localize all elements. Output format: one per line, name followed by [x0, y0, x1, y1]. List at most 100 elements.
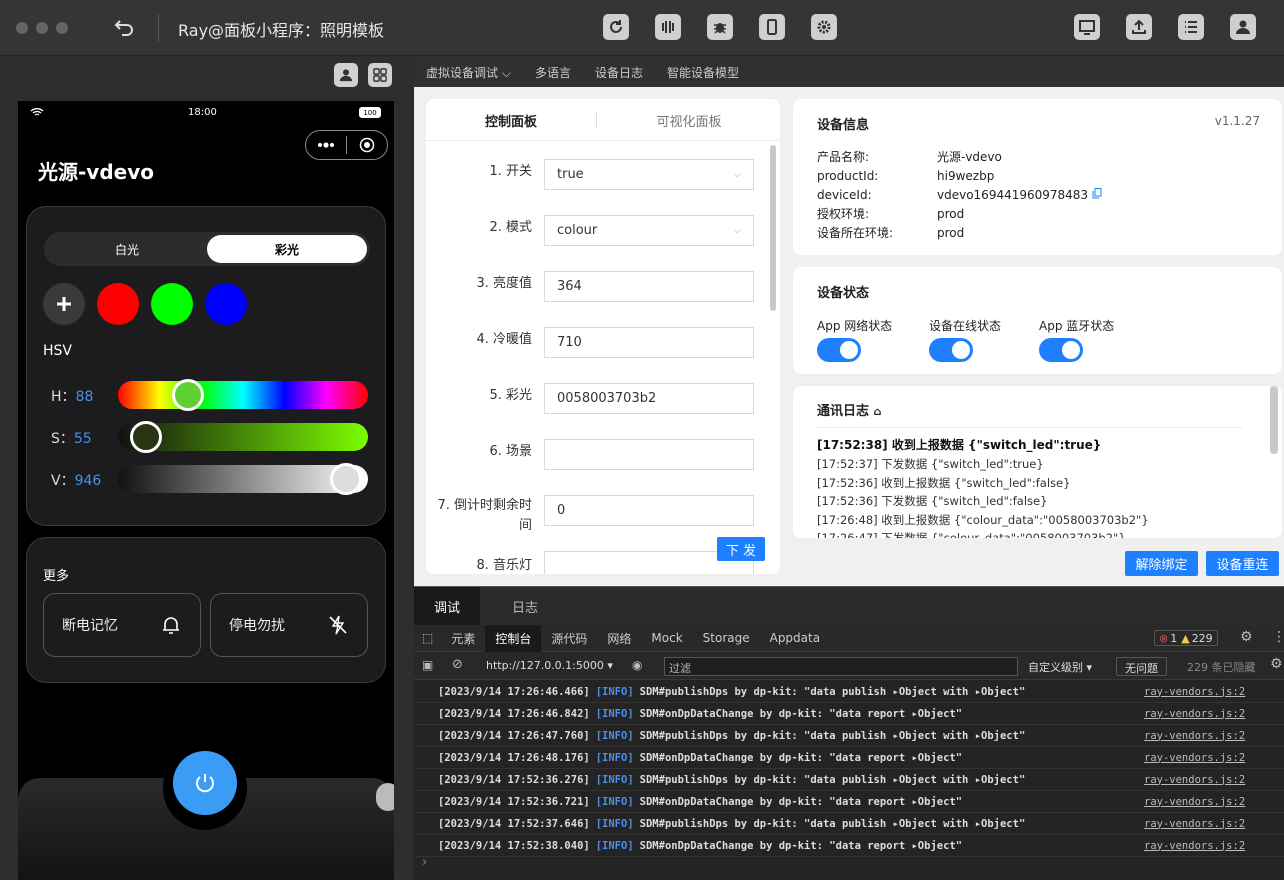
source-link[interactable]: ray-vendors.js:2: [1144, 708, 1245, 720]
sidebar-toggle-icon[interactable]: ▣: [422, 658, 433, 672]
online-status-toggle[interactable]: [929, 338, 973, 362]
source-link[interactable]: ray-vendors.js:2: [1144, 752, 1245, 764]
tab-control-panel[interactable]: 控制面板: [426, 111, 596, 130]
sim-user-button[interactable]: [334, 63, 358, 87]
scene-input[interactable]: [544, 439, 754, 470]
context-select[interactable]: http://127.0.0.1:5000 ▾: [486, 659, 613, 672]
power-button[interactable]: [173, 751, 237, 815]
saturation-slider-thumb[interactable]: [130, 421, 162, 453]
source-link[interactable]: ray-vendors.js:2: [1144, 774, 1245, 786]
clear-console-icon[interactable]: ⊘: [452, 657, 463, 672]
switch-select[interactable]: true ⌵: [544, 159, 754, 190]
panel-scrollbar[interactable]: [770, 145, 776, 311]
preview-button[interactable]: [1074, 14, 1100, 40]
source-link[interactable]: ray-vendors.js:2: [1144, 840, 1245, 852]
countdown-input[interactable]: 0: [544, 495, 754, 526]
source-link[interactable]: ray-vendors.js:2: [1144, 686, 1245, 698]
scroll-handle[interactable]: [376, 783, 394, 811]
power-memory-button[interactable]: 断电记忆: [43, 593, 201, 657]
mode-select[interactable]: colour ⌵: [544, 215, 754, 246]
source-link[interactable]: ray-vendors.js:2: [1144, 818, 1245, 830]
tab-debug[interactable]: 调试: [414, 587, 481, 625]
bluetooth-status-toggle[interactable]: [1039, 338, 1083, 362]
signal-button[interactable]: [655, 14, 681, 40]
console-settings-icon[interactable]: ⚙: [1270, 656, 1283, 672]
reconnect-button[interactable]: 设备重连: [1206, 551, 1279, 576]
issue-counter[interactable]: ⊗ 1 ▲ 229: [1154, 630, 1218, 646]
tab-mock[interactable]: Mock: [641, 625, 692, 652]
device-preview-button[interactable]: [759, 14, 785, 40]
console-line: [2023/9/14 17:52:36.721] [INFO] SDM#onDpDa…: [414, 791, 1284, 813]
inspect-icon[interactable]: ⬚: [414, 625, 441, 652]
tab-sources[interactable]: 源代码: [541, 625, 597, 652]
close-miniapp-button[interactable]: [347, 131, 387, 159]
list-button[interactable]: [1178, 14, 1204, 40]
hue-slider-thumb[interactable]: [172, 379, 204, 411]
do-not-disturb-button[interactable]: 停电勿扰: [210, 593, 368, 657]
copy-icon[interactable]: [1092, 187, 1102, 202]
upload-button[interactable]: [1126, 14, 1152, 40]
tab-device-log[interactable]: 设备日志: [595, 64, 643, 81]
eye-icon[interactable]: ◉: [632, 658, 642, 672]
more-menu-button[interactable]: [306, 131, 346, 159]
console-line: [2023/9/14 17:52:36.276] [INFO] SDM#publis…: [414, 769, 1284, 791]
tab-storage[interactable]: Storage: [693, 625, 760, 652]
refresh-button[interactable]: [603, 14, 629, 40]
unbind-button[interactable]: 解除绑定: [1125, 551, 1198, 576]
back-arrow-icon: [114, 20, 133, 36]
console-filter-input[interactable]: 过滤: [664, 657, 1018, 676]
brightness-input[interactable]: 364: [544, 271, 754, 302]
devtools-gear-icon[interactable]: ⚙: [1240, 629, 1253, 645]
network-status-toggle[interactable]: [817, 338, 861, 362]
color-swatch-red[interactable]: [97, 283, 139, 325]
settings-button[interactable]: [811, 14, 837, 40]
more-dots-icon: [318, 142, 334, 148]
user-button[interactable]: [1230, 14, 1256, 40]
power-icon: [196, 774, 214, 793]
console-prompt-icon[interactable]: ›: [422, 855, 427, 870]
device-title: 光源-vdevo: [38, 160, 154, 184]
more-title: 更多: [43, 569, 70, 584]
send-button[interactable]: 下 发: [717, 537, 765, 561]
tab-logs[interactable]: 日志: [480, 587, 558, 625]
field-label: 7. 倒计时剩余时间: [437, 498, 532, 533]
log-line: [17:26:47] 下发数据 {"colour_data":"00580037…: [817, 531, 1126, 538]
close-window-button[interactable]: [16, 22, 28, 34]
device-status-card: 设备状态 App 网络状态 设备在线状态 App 蓝牙状态: [793, 267, 1282, 374]
add-color-button[interactable]: [43, 283, 85, 325]
gear-icon: [817, 20, 831, 34]
sim-grid-button[interactable]: [368, 63, 392, 87]
source-link[interactable]: ray-vendors.js:2: [1144, 730, 1245, 742]
device-status-title: 设备状态: [817, 286, 870, 301]
tab-white-light[interactable]: 白光: [47, 235, 207, 263]
color-swatch-green[interactable]: [151, 283, 193, 325]
temperature-input[interactable]: 710: [544, 327, 754, 358]
hue-slider-track[interactable]: [118, 381, 368, 409]
colour-data-input[interactable]: 0058003703b2: [544, 383, 754, 414]
tab-device-model[interactable]: 智能设备模型: [667, 64, 739, 81]
dp-field-list: 1. 开关 true ⌵ 2. 模式 colour ⌵ 3. 亮度值 364 4. …: [426, 141, 766, 574]
tab-network[interactable]: 网络: [597, 625, 641, 652]
debug-button[interactable]: [707, 14, 733, 40]
minimize-window-button[interactable]: [36, 22, 48, 34]
log-scrollbar[interactable]: [1270, 386, 1278, 454]
log-level-select[interactable]: 自定义级别 ▾: [1028, 659, 1092, 675]
tab-appdata[interactable]: Appdata: [760, 625, 830, 652]
value-slider-thumb[interactable]: [330, 463, 362, 495]
zoom-window-button[interactable]: [56, 22, 68, 34]
no-issues-button[interactable]: 无问题: [1116, 657, 1167, 676]
tab-color-light[interactable]: 彩光: [207, 235, 367, 263]
color-swatch-blue[interactable]: [205, 283, 247, 325]
more-options-icon[interactable]: ⋮: [1272, 629, 1284, 645]
hsv-label: HSV: [43, 343, 72, 359]
console-line: [2023/9/14 17:26:46.466] [INFO] SDM#publis…: [414, 681, 1284, 703]
tab-virtual-device[interactable]: 虚拟设备调试 ⌵: [426, 64, 511, 81]
clear-log-icon[interactable]: ⌂: [874, 405, 882, 418]
tab-console[interactable]: 控制台: [485, 624, 542, 652]
back-button[interactable]: [110, 14, 138, 42]
tab-elements[interactable]: 元素: [441, 625, 485, 652]
source-link[interactable]: ray-vendors.js:2: [1144, 796, 1245, 808]
tab-multi-language[interactable]: 多语言: [535, 64, 571, 81]
tab-visual-panel[interactable]: 可视化面板: [604, 111, 774, 130]
devtools-subtabs: ⬚ 元素 控制台 源代码 网络 Mock Storage Appdata ⊗ 1 …: [414, 624, 1284, 652]
